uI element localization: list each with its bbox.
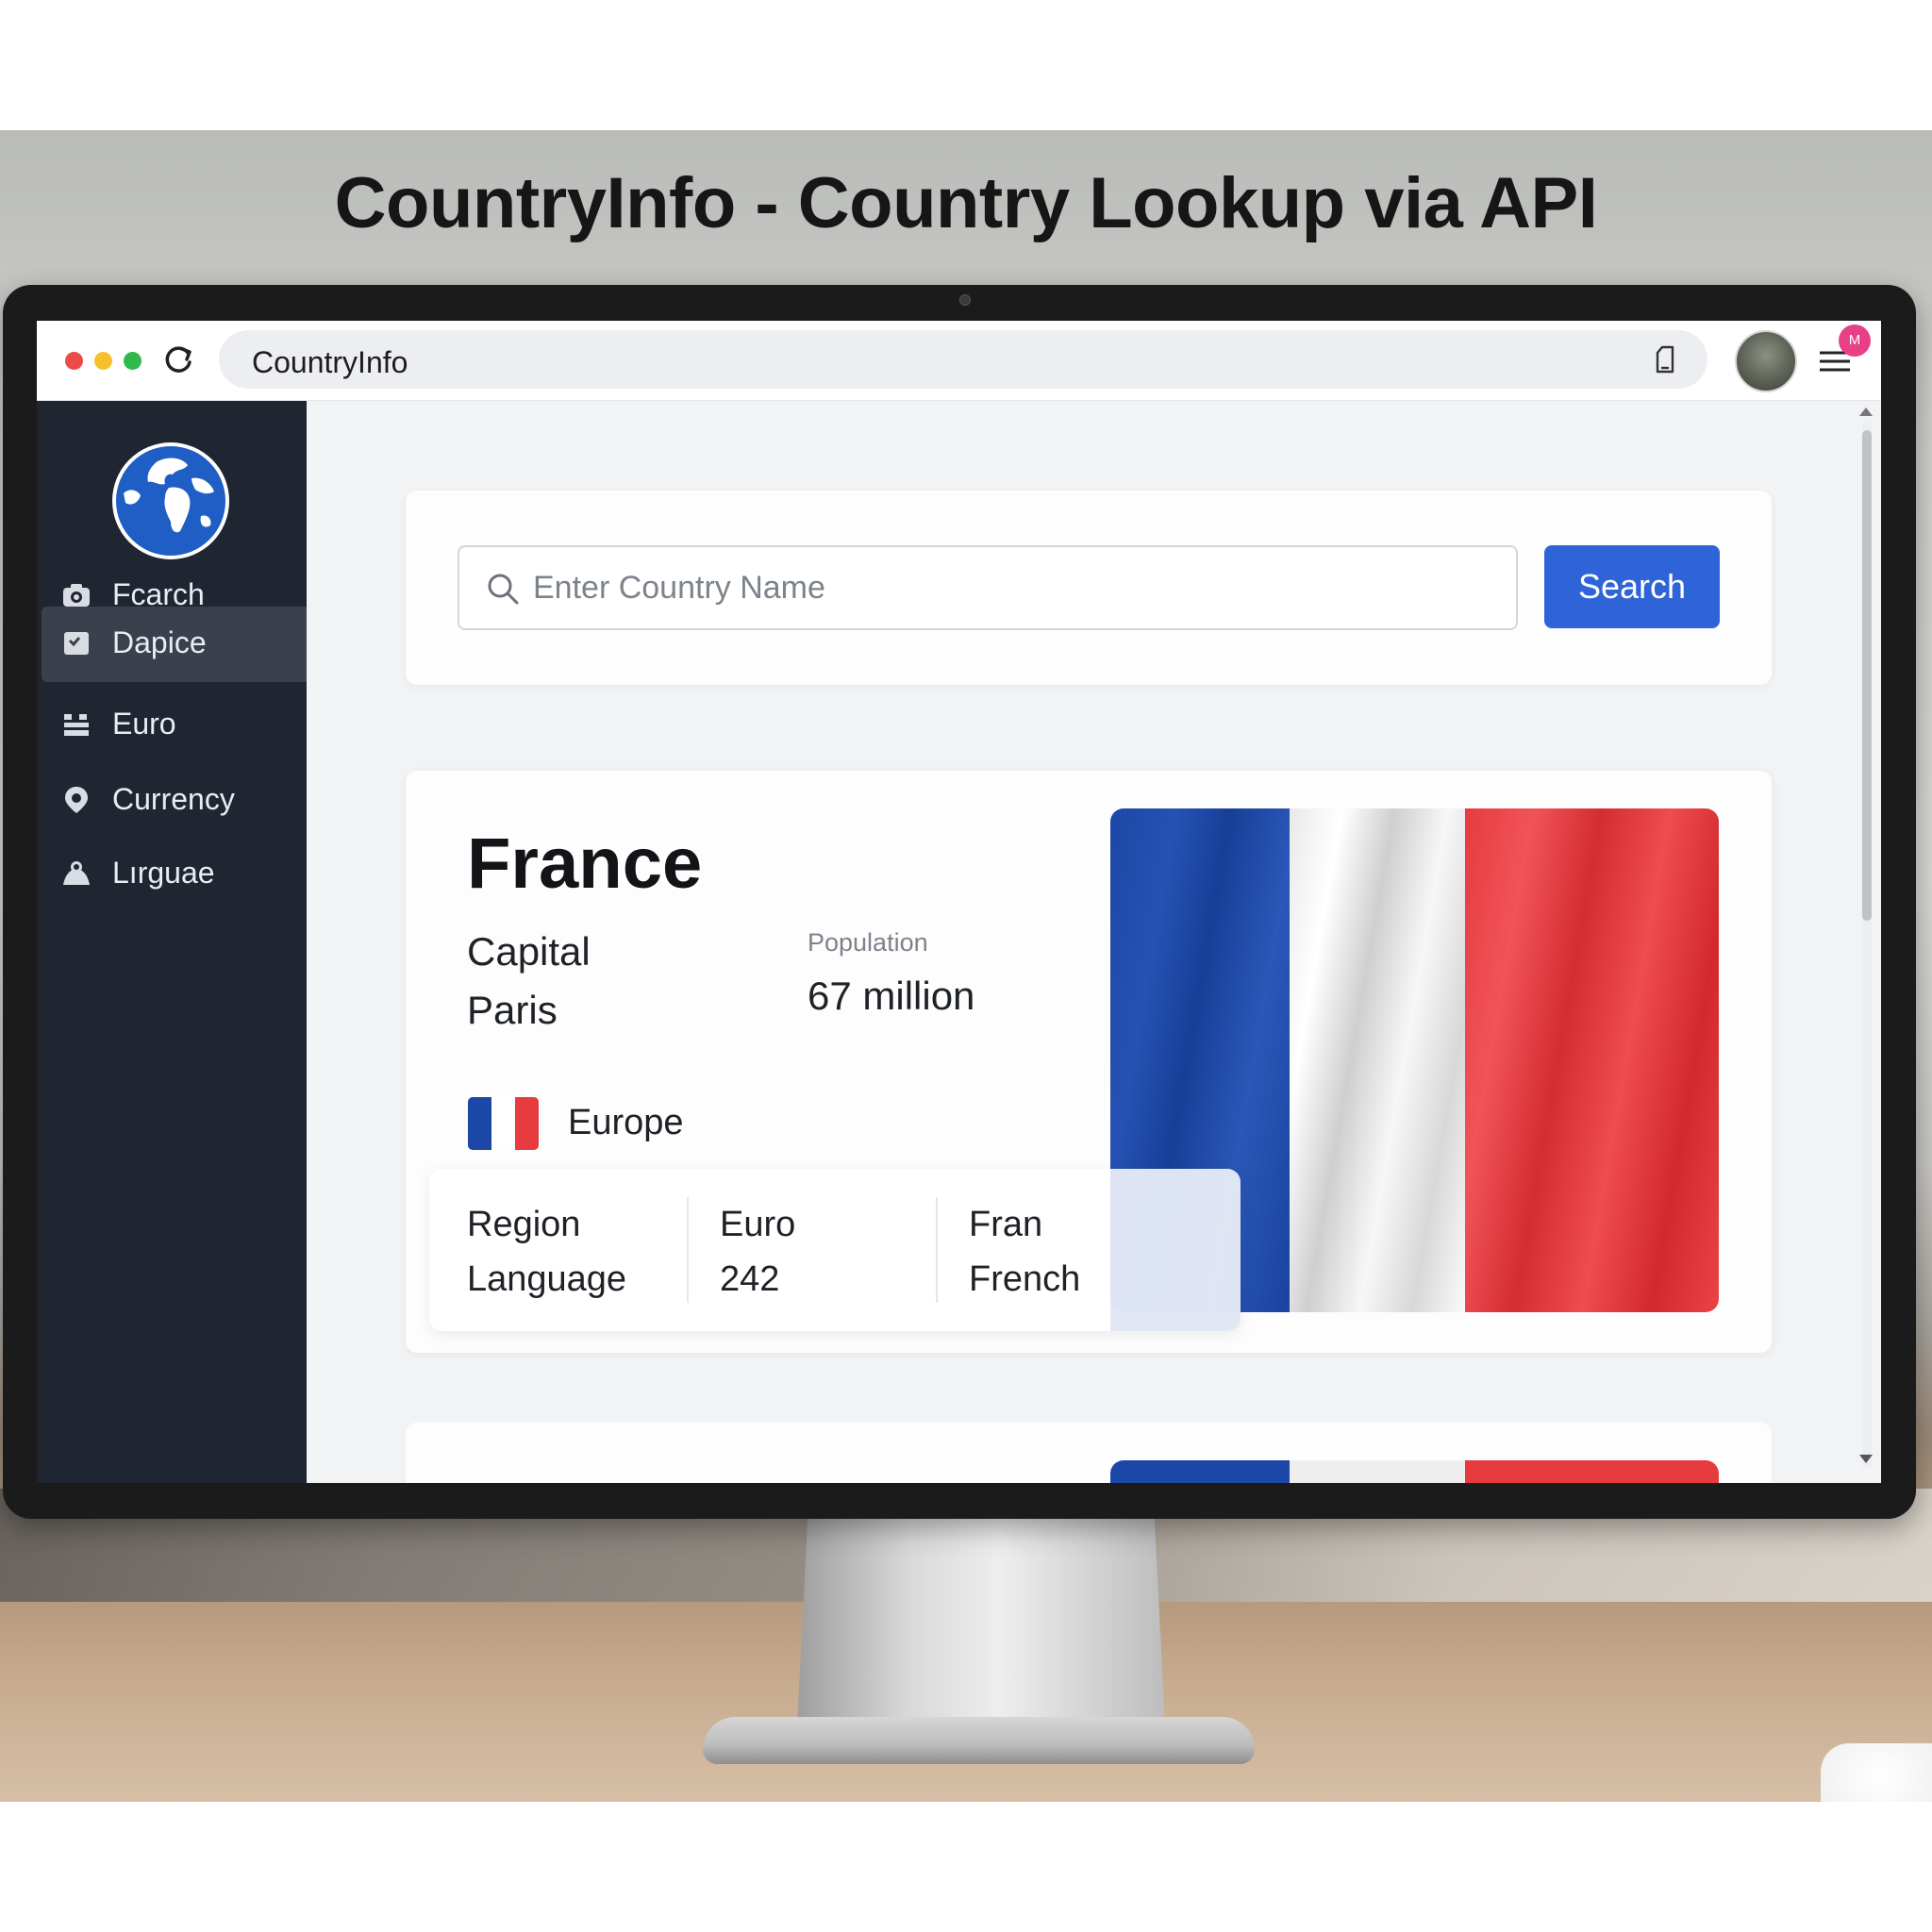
search-icon (486, 572, 520, 606)
sidebar-item-label: Currency (112, 782, 235, 816)
scroll-up-arrow-icon[interactable] (1859, 408, 1873, 416)
details-cell: Euro (720, 1205, 796, 1244)
sidebar-item-dapice[interactable]: Dapice (42, 607, 307, 682)
sidebar-item-currency[interactable]: Currency (42, 763, 307, 839)
globe-logo-icon (110, 441, 231, 561)
vertical-scrollbar[interactable] (1855, 408, 1877, 1478)
sidebar-item-language[interactable]: Lırguae (42, 837, 307, 912)
sidebar-item-euro[interactable]: Euro (42, 688, 307, 763)
address-bar[interactable]: CountryInfo (219, 330, 1707, 389)
coffee-cup (1821, 1743, 1932, 1802)
column-divider (687, 1197, 689, 1303)
population-label: Population (808, 928, 928, 957)
bookmark-icon[interactable] (1651, 343, 1679, 375)
maximize-window-dot[interactable] (124, 352, 142, 370)
user-avatar[interactable] (1735, 330, 1797, 392)
scrollbar-thumb[interactable] (1862, 430, 1872, 921)
details-cell: 242 (720, 1259, 780, 1299)
details-cell: French (969, 1259, 1081, 1299)
country-details-table: Region Language Euro 242 Fran French (429, 1169, 1241, 1331)
sidebar-item-label: Euro (112, 707, 176, 741)
continent-value: Europe (568, 1103, 684, 1142)
details-cell: Fran (969, 1205, 1043, 1244)
details-cell: Language (467, 1259, 627, 1299)
notification-badge[interactable]: M (1839, 325, 1871, 357)
scroll-down-arrow-icon[interactable] (1859, 1455, 1873, 1463)
image-icon (60, 627, 92, 659)
details-column-1: Region Language (467, 1197, 626, 1307)
panel-overlay (1110, 1169, 1241, 1331)
france-flag-icon (468, 1097, 539, 1150)
next-result-card (406, 1423, 1772, 1483)
minimize-window-dot[interactable] (94, 352, 112, 370)
sidebar-item-label: Lırguae (112, 856, 215, 890)
person-icon (60, 858, 92, 890)
browser-toolbar: CountryInfo M (37, 321, 1881, 401)
reload-icon[interactable] (159, 341, 197, 379)
page-headline: CountryInfo - Country Lookup via API (334, 163, 1598, 243)
capital-value: Paris (467, 988, 558, 1032)
location-pin-icon (60, 784, 92, 816)
close-window-dot[interactable] (65, 352, 83, 370)
list-icon (60, 708, 92, 741)
country-result-card: France Capital Paris Population 67 milli… (406, 771, 1772, 1353)
camera-icon (959, 294, 971, 306)
search-button[interactable]: Search (1544, 545, 1720, 628)
column-divider (936, 1197, 938, 1303)
sidebar-item-label: Dapice (112, 625, 207, 659)
country-search-input[interactable]: Enter Country Name (458, 545, 1518, 630)
details-column-2: Euro 242 (720, 1197, 795, 1307)
address-text: CountryInfo (252, 345, 408, 379)
search-placeholder: Enter Country Name (533, 570, 825, 606)
app-screen: CountryInfo M Fcarch Dapice Euro Currenc… (37, 321, 1881, 1483)
monitor-base (703, 1717, 1255, 1764)
population-value: 67 million (808, 974, 975, 1018)
country-name: France (467, 824, 703, 904)
monitor-stand (797, 1509, 1165, 1726)
details-column-3: Fran French (969, 1197, 1080, 1307)
search-card: Enter Country Name Search (406, 491, 1772, 685)
details-cell: Region (467, 1205, 581, 1244)
sidebar: Fcarch Dapice Euro Currency Lırguae (37, 401, 307, 1483)
country-flag-image (1110, 1460, 1719, 1483)
capital-label: Capital (467, 929, 591, 974)
